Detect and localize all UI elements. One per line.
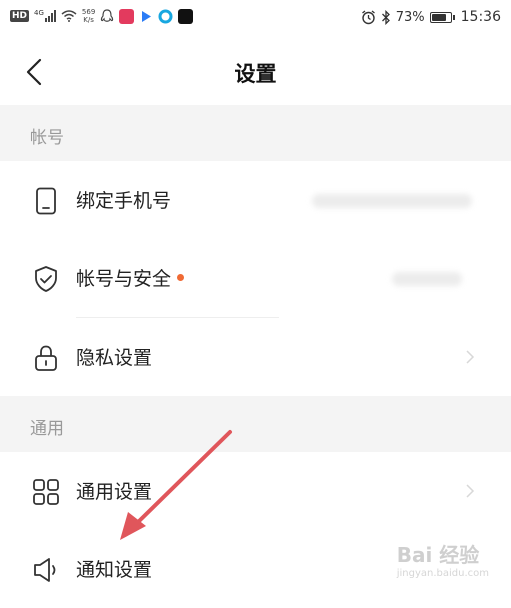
wifi-icon <box>61 10 77 22</box>
settings-row-privacy[interactable]: 隐私设置 <box>0 318 511 396</box>
section-header-label: 通用 <box>30 419 64 439</box>
net-speed: 569 K/s <box>82 8 95 24</box>
baidu-watermark: Bai 经验 jingyan.baidu.com <box>397 539 489 579</box>
status-bar-left: HD 4G 569 K/s <box>10 8 194 24</box>
chevron-right-icon <box>466 484 475 498</box>
browser-app-icon <box>158 9 173 23</box>
row-label: 隐私设置 <box>76 347 153 369</box>
alarm-icon <box>361 9 375 24</box>
shield-icon <box>35 266 57 292</box>
status-bar: HD 4G 569 K/s 73% 15:36 <box>0 0 511 38</box>
nav-bar: 设置 <box>0 42 511 102</box>
settings-row-account-security[interactable]: 帐号与安全 <box>0 239 511 317</box>
battery-icon <box>429 11 455 23</box>
phone-icon <box>36 187 56 215</box>
status-bar-right: 73% 15:36 <box>361 9 501 25</box>
watermark-brand: Bai 经验 <box>396 543 480 567</box>
hd-badge: HD <box>10 10 30 22</box>
net-speed-unit: K/s <box>83 16 94 24</box>
settings-row-bind-phone[interactable]: 绑定手机号 <box>0 161 511 239</box>
clock: 15:36 <box>460 9 501 25</box>
watermark-url: jingyan.baidu.com <box>396 568 489 579</box>
battery-fill <box>431 13 447 21</box>
notification-dot <box>177 274 185 281</box>
calendar-app-icon <box>119 8 135 24</box>
video-app-icon <box>142 10 152 22</box>
row-label-wrapper: 帐号与安全 <box>76 264 185 291</box>
row-label: 通用设置 <box>76 481 153 503</box>
speaker-icon <box>34 558 56 582</box>
grid-icon <box>33 479 59 505</box>
battery-percent: 73% <box>395 9 425 25</box>
section-header-general: 通用 <box>0 396 511 452</box>
section-header-account: 帐号 <box>0 105 511 161</box>
signal-icon: 4G <box>34 10 56 22</box>
row-label: 通知设置 <box>76 559 153 581</box>
redacted-value <box>312 194 472 208</box>
bluetooth-icon <box>381 9 390 25</box>
signal-label: 4G <box>34 9 44 17</box>
tiktok-app-icon <box>178 8 194 24</box>
page-title: 设置 <box>234 62 277 86</box>
net-speed-value: 569 <box>81 8 96 16</box>
redacted-value <box>392 272 462 286</box>
section-header-label: 帐号 <box>30 128 64 148</box>
row-label: 帐号与安全 <box>76 268 172 290</box>
chevron-right-icon <box>466 350 475 364</box>
lock-icon <box>35 345 57 371</box>
row-label: 绑定手机号 <box>76 190 172 212</box>
qq-app-icon <box>101 8 114 22</box>
settings-row-general[interactable]: 通用设置 <box>0 452 511 530</box>
